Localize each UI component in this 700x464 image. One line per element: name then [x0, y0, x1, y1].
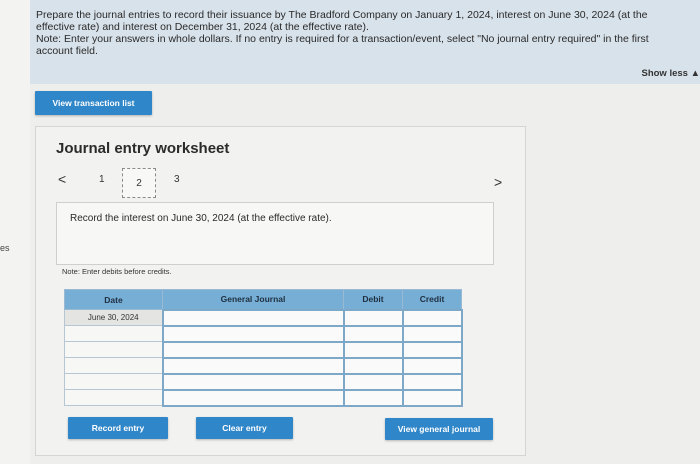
debit-field[interactable] — [342, 308, 404, 327]
account-field[interactable] — [161, 372, 345, 391]
table-row: June 30, 2024 — [64, 308, 463, 327]
credit-field[interactable] — [401, 388, 463, 407]
account-field[interactable] — [161, 356, 345, 375]
table-row — [64, 340, 463, 359]
header-date: Date — [64, 289, 163, 310]
debit-field[interactable] — [342, 324, 404, 343]
record-entry-button[interactable]: Record entry — [68, 417, 168, 439]
transaction-description: Record the interest on June 30, 2024 (at… — [56, 202, 494, 265]
table-header-row: Date General Journal Debit Credit — [64, 289, 462, 310]
debit-field[interactable] — [342, 340, 404, 359]
page-tab-1[interactable]: 1 — [99, 174, 105, 185]
account-field[interactable] — [161, 308, 345, 327]
instructions-line-3: Note: Enter your answers in whole dollar… — [36, 33, 649, 45]
header-credit: Credit — [402, 289, 462, 310]
instructions-line-4: account field. — [36, 45, 98, 57]
account-field[interactable] — [161, 388, 345, 407]
header-debit: Debit — [343, 289, 403, 310]
chevron-right-icon[interactable]: > — [494, 174, 502, 190]
credit-field[interactable] — [401, 308, 463, 327]
date-cell — [64, 325, 163, 342]
left-gutter: es — [0, 0, 30, 464]
page-tab-2-active[interactable]: 2 — [122, 168, 156, 198]
account-field[interactable] — [161, 340, 345, 359]
view-transaction-list-button[interactable]: View transaction list — [35, 91, 152, 115]
credit-field[interactable] — [401, 340, 463, 359]
debit-field[interactable] — [342, 356, 404, 375]
table-row — [64, 388, 463, 407]
instructions-panel: Prepare the journal entries to record th… — [30, 0, 700, 84]
table-row — [64, 372, 463, 391]
table-row — [64, 356, 463, 375]
debits-note: Note: Enter debits before credits. — [62, 267, 172, 276]
view-general-journal-button[interactable]: View general journal — [385, 418, 493, 440]
credit-field[interactable] — [401, 372, 463, 391]
page-tab-3[interactable]: 3 — [174, 174, 180, 185]
chevron-left-icon[interactable]: < — [58, 171, 66, 187]
date-cell — [64, 373, 163, 390]
credit-field[interactable] — [401, 356, 463, 375]
instructions-line-2: effective rate) and interest on December… — [36, 21, 369, 33]
table-row — [64, 324, 463, 343]
account-field[interactable] — [161, 324, 345, 343]
header-general-journal: General Journal — [162, 289, 344, 310]
show-less-link[interactable]: Show less ▲ — [641, 68, 700, 80]
worksheet-title: Journal entry worksheet — [56, 140, 230, 157]
date-cell: June 30, 2024 — [64, 309, 163, 326]
debit-field[interactable] — [342, 372, 404, 391]
transaction-description-text: Record the interest on June 30, 2024 (at… — [70, 213, 332, 224]
journal-table: Date General Journal Debit Credit June 3… — [64, 289, 463, 407]
credit-field[interactable] — [401, 324, 463, 343]
date-cell — [64, 389, 163, 406]
debit-field[interactable] — [342, 388, 404, 407]
date-cell — [64, 357, 163, 374]
journal-entry-worksheet: Journal entry worksheet < 1 2 3 > Record… — [35, 126, 526, 456]
gutter-label: es — [0, 243, 10, 253]
instructions-line-1: Prepare the journal entries to record th… — [36, 9, 648, 21]
date-cell — [64, 341, 163, 358]
clear-entry-button[interactable]: Clear entry — [196, 417, 293, 439]
